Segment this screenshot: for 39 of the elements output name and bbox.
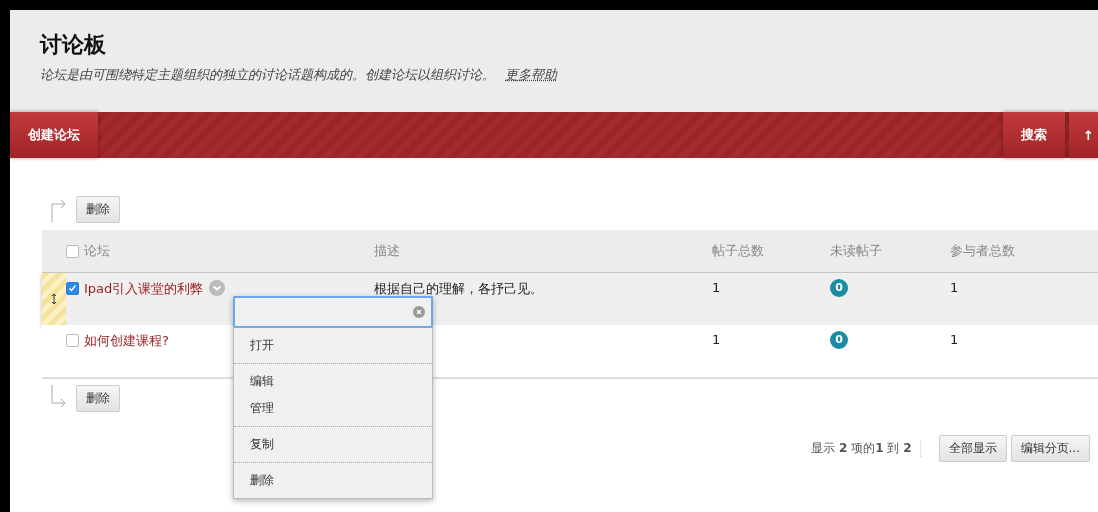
- table-cell-text: 1: [712, 279, 722, 295]
- column-header: 帖子总数: [712, 242, 765, 260]
- page-title: 讨论板: [40, 31, 107, 59]
- menu-search-field[interactable]: [233, 296, 433, 328]
- table-cell-text: 1: [950, 331, 960, 347]
- delete-button[interactable]: 删除: [76, 195, 120, 223]
- show-all-button[interactable]: 全部显示: [938, 435, 1007, 462]
- sort-button[interactable]: ↑: [1069, 112, 1098, 158]
- search-button[interactable]: 搜索: [1003, 112, 1066, 158]
- pagination-summary: 显示 2 项的1 到 2: [811, 440, 921, 457]
- table-cell-text: 1: [712, 331, 722, 347]
- column-header: 未读帖子: [830, 242, 883, 260]
- menu-item[interactable]: 复制: [234, 431, 432, 458]
- unread-badge[interactable]: 0: [830, 279, 848, 297]
- forum-link[interactable]: Ipad引入课堂的利弊: [84, 273, 204, 298]
- column-header: 论坛: [84, 242, 111, 260]
- help-link[interactable]: 更多帮助: [505, 66, 557, 84]
- menu-item[interactable]: 管理: [234, 395, 432, 422]
- table-row[interactable]: Ipad引入课堂的利弊 根据自己的理解，各抒己见。 1 0 1: [42, 273, 1098, 325]
- menu-item[interactable]: 删除: [234, 467, 432, 494]
- delete-button[interactable]: 删除: [76, 384, 120, 412]
- drag-handle[interactable]: [42, 273, 66, 325]
- page-description: 论坛是由可围绕特定主题组织的独立的讨论话题构成的。创建论坛以组织讨论。: [40, 66, 495, 84]
- checkmark-icon: [68, 284, 77, 293]
- up-down-arrow-icon: [51, 293, 57, 305]
- forum-link[interactable]: 如何创建课程?: [84, 325, 169, 350]
- table-cell-text: 1: [950, 279, 960, 295]
- column-header: 描述: [374, 242, 401, 260]
- unread-badge[interactable]: 0: [830, 331, 848, 349]
- row-checkbox[interactable]: [66, 334, 79, 347]
- clear-icon[interactable]: [413, 306, 425, 318]
- edit-paging-button[interactable]: 编辑分页...: [1010, 435, 1090, 462]
- select-all-checkbox[interactable]: [66, 244, 79, 258]
- column-header: 参与者总数: [950, 242, 1016, 260]
- chevron-icon[interactable]: [209, 280, 226, 296]
- row-checkbox[interactable]: [66, 282, 79, 295]
- create-forum-button[interactable]: 创建论坛: [10, 112, 98, 158]
- table-cell-text: 根据自己的理解，各抒己见。: [374, 280, 544, 298]
- menu-item[interactable]: 打开: [234, 332, 432, 359]
